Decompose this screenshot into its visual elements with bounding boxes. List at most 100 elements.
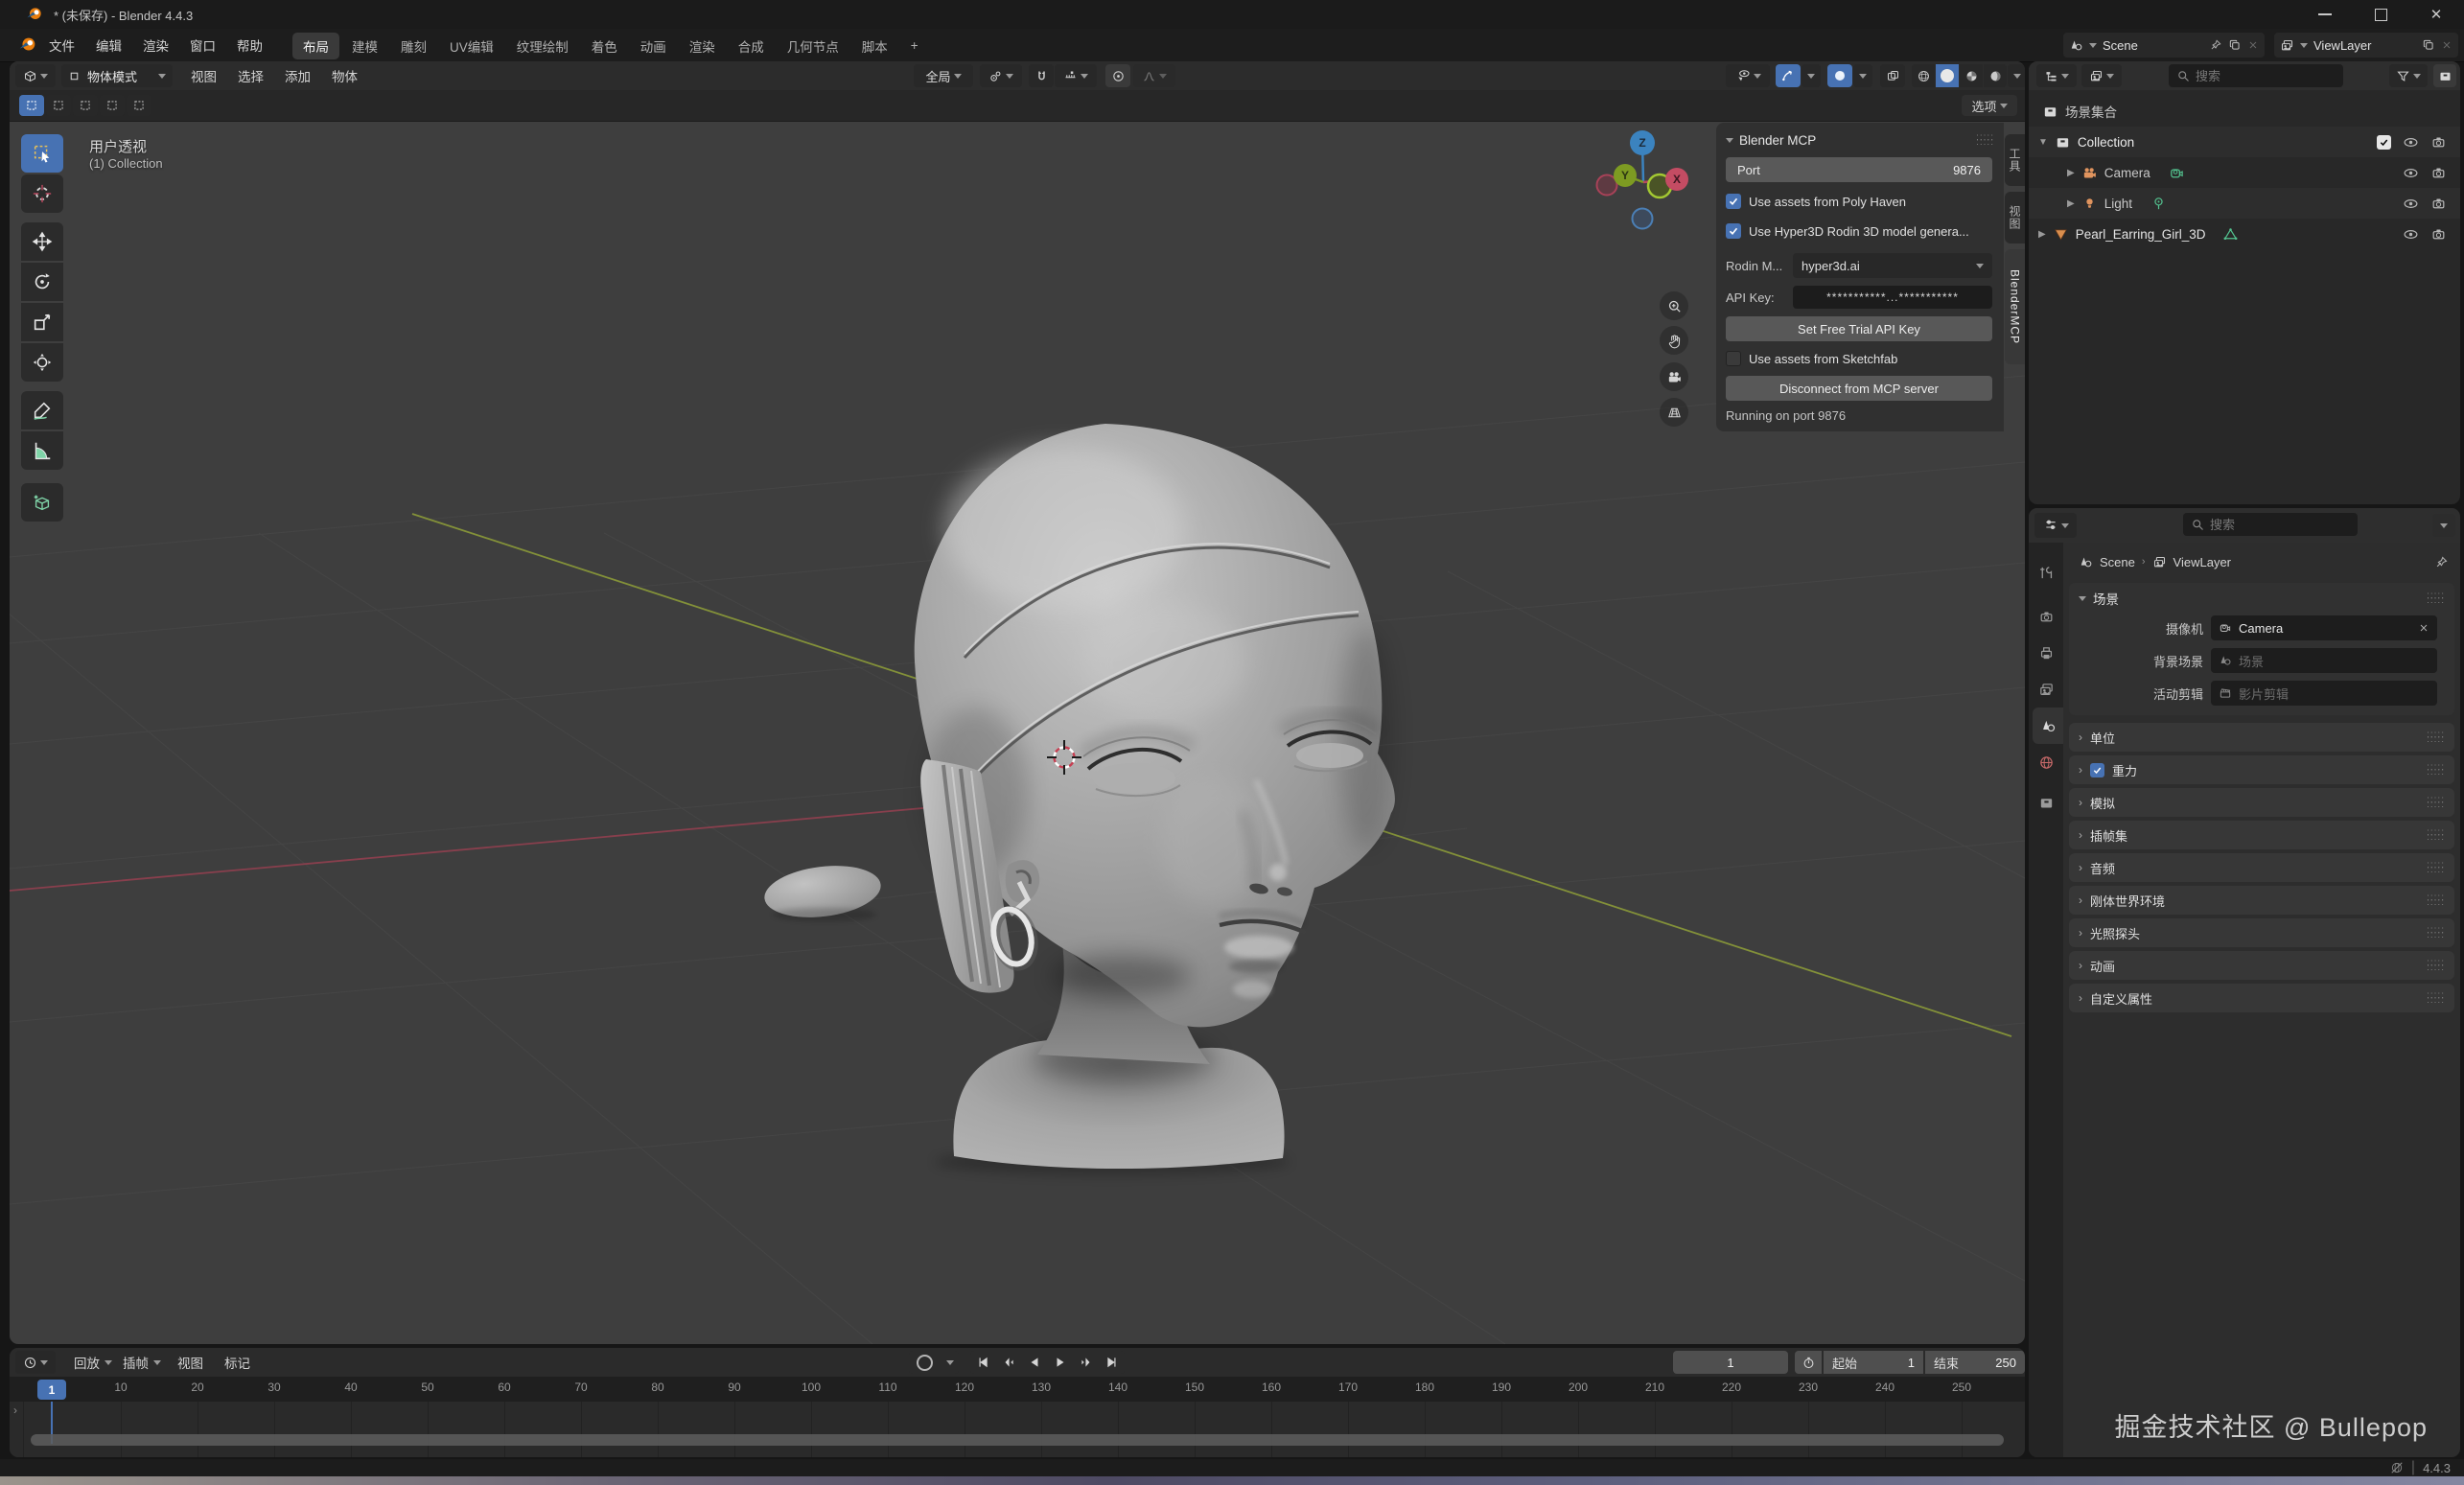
api-key-field[interactable]: ***********...*********** <box>1793 286 1992 309</box>
tool-measure[interactable] <box>21 431 63 470</box>
collection-hide-eye-icon[interactable] <box>2403 134 2419 151</box>
menu-render[interactable]: 渲染 <box>132 35 179 55</box>
scene-selector[interactable]: Scene <box>2063 33 2265 58</box>
snap-toggle[interactable] <box>1029 64 1054 87</box>
mesh-hide-eye-icon[interactable] <box>2403 226 2419 243</box>
section-gravity[interactable]: ›重力:::::::::: <box>2069 755 2454 784</box>
new-viewlayer-icon[interactable] <box>2422 38 2435 52</box>
sidebar-tab-blendermcp[interactable]: BlenderMCP <box>2005 249 2025 364</box>
menu-help[interactable]: 帮助 <box>226 35 273 55</box>
proportional-falloff-dropdown[interactable] <box>1133 64 1175 87</box>
properties-options-dropdown[interactable] <box>2432 514 2455 537</box>
minimize-button[interactable] <box>2297 0 2353 29</box>
options-dropdown[interactable]: 选项 <box>1962 95 2017 116</box>
close-button[interactable]: ✕ <box>2408 0 2464 29</box>
timeline-editor-type[interactable] <box>15 1351 56 1374</box>
autokey-button[interactable] <box>909 1351 940 1374</box>
shading-wireframe-button[interactable] <box>1912 64 1935 87</box>
current-frame-field[interactable]: 1 <box>1673 1351 1788 1374</box>
viewport-menu-select[interactable]: 选择 <box>227 66 274 85</box>
breadcrumb-scene[interactable]: Scene <box>2100 555 2135 569</box>
nav-gizmo[interactable]: Z Y X <box>1597 130 1689 229</box>
workspace-tab-shading[interactable]: 着色 <box>581 33 628 59</box>
viewport-menu-view[interactable]: 视图 <box>180 66 227 85</box>
timeline-content[interactable]: › <box>10 1402 2025 1457</box>
camera-render-icon[interactable] <box>2430 165 2447 181</box>
polyhaven-checkbox[interactable] <box>1726 194 1741 209</box>
jump-end-button[interactable] <box>1100 1351 1125 1374</box>
light-expand-icon[interactable]: ▶ <box>2067 198 2075 209</box>
prop-tab-tool[interactable] <box>2029 554 2063 591</box>
new-scene-icon[interactable] <box>2228 38 2242 52</box>
frame-end-field[interactable]: 结束 250 <box>1925 1351 2025 1374</box>
viewport-pan-button[interactable] <box>1660 326 1688 355</box>
light-hide-eye-icon[interactable] <box>2403 196 2419 212</box>
next-keyframe-button[interactable] <box>1074 1351 1099 1374</box>
camera-field-clear-icon[interactable] <box>2418 622 2429 634</box>
section-simulation[interactable]: ›模拟:::::::::: <box>2069 788 2454 817</box>
xray-toggle[interactable] <box>1880 64 1905 87</box>
properties-search-input[interactable] <box>2183 513 2358 536</box>
mesh-render-icon[interactable] <box>2430 226 2447 243</box>
panel-grip[interactable]: :::::::::: <box>1976 135 1994 145</box>
bg-scene-field[interactable]: 场景 <box>2211 648 2437 673</box>
sidebar-tab-view[interactable]: 视图 <box>2005 192 2025 244</box>
workspace-tab-texpaint[interactable]: 纹理绘制 <box>506 33 579 59</box>
shading-rendered-button[interactable] <box>1984 64 2007 87</box>
set-trial-key-button[interactable]: Set Free Trial API Key <box>1726 316 1992 341</box>
gizmos-dropdown[interactable] <box>1802 64 1821 87</box>
unlink-scene-icon[interactable] <box>2247 39 2259 51</box>
panel-collapse-icon[interactable] <box>1726 138 1733 143</box>
tool-scale[interactable] <box>21 303 63 341</box>
viewport-ortho-button[interactable] <box>1660 398 1688 427</box>
outliner-row-camera[interactable]: ▶ Camera <box>2029 157 2460 188</box>
timeline-ruler[interactable]: 1 10203040506070809010011012013014015016… <box>10 1377 2025 1402</box>
section-audio[interactable]: ›音频:::::::::: <box>2069 853 2454 882</box>
workspace-tab-compositing[interactable]: 合成 <box>728 33 775 59</box>
pivot-point-dropdown[interactable] <box>980 64 1022 87</box>
maximize-button[interactable] <box>2353 0 2408 29</box>
frame-range-stopwatch[interactable] <box>1795 1351 1822 1374</box>
properties-editor-type[interactable] <box>2034 513 2077 538</box>
section-rigidbody[interactable]: ›刚体世界环境:::::::::: <box>2069 886 2454 915</box>
light-render-icon[interactable] <box>2430 196 2447 212</box>
play-button[interactable] <box>1048 1351 1073 1374</box>
play-reverse-button[interactable] <box>1022 1351 1047 1374</box>
viewlayer-selector[interactable]: ViewLayer <box>2274 33 2458 58</box>
transform-orientation-dropdown[interactable]: 全局 <box>914 64 973 87</box>
prop-tab-output[interactable] <box>2029 635 2063 671</box>
snap-settings-dropdown[interactable] <box>1055 64 1097 87</box>
outliner-display-mode[interactable] <box>2036 64 2077 87</box>
collection-checkbox[interactable] <box>2377 135 2391 150</box>
hyper3d-checkbox[interactable] <box>1726 223 1741 239</box>
workspace-tab-modeling[interactable]: 建模 <box>341 33 388 59</box>
viewport-camera-button[interactable] <box>1660 362 1688 391</box>
shading-material-button[interactable] <box>1960 64 1983 87</box>
gizmo-axis-neg-z[interactable] <box>1633 209 1653 229</box>
section-customprops[interactable]: ›自定义属性:::::::::: <box>2069 984 2454 1012</box>
gizmos-toggle[interactable] <box>1776 64 1801 87</box>
prop-tab-collection[interactable] <box>2029 784 2063 821</box>
breadcrumb-layer[interactable]: ViewLayer <box>2173 555 2231 569</box>
outliner-row-light[interactable]: ▶ Light <box>2029 188 2460 219</box>
gravity-checkbox[interactable] <box>2090 763 2104 777</box>
timeline-menu-keying[interactable]: 插帧 <box>112 1353 159 1372</box>
disconnect-button[interactable]: Disconnect from MCP server <box>1726 376 1992 401</box>
outliner-search-input[interactable] <box>2169 64 2343 87</box>
workspace-tab-layout[interactable]: 布局 <box>292 33 339 59</box>
section-animation[interactable]: ›动画:::::::::: <box>2069 951 2454 980</box>
timeline-expand-chevron[interactable]: › <box>13 1404 17 1417</box>
mode-dropdown[interactable]: 物体模式 <box>61 64 173 87</box>
timeline-scrollbar[interactable] <box>31 1434 2004 1446</box>
timeline-menu-playback[interactable]: 回放 <box>63 1353 110 1372</box>
select-mode-extend-button[interactable] <box>46 95 71 116</box>
viewport-zoom-button[interactable] <box>1660 291 1688 320</box>
workspace-tab-sculpt[interactable]: 雕刻 <box>390 33 437 59</box>
workspace-tab-uv[interactable]: UV编辑 <box>439 33 504 59</box>
menu-file[interactable]: 文件 <box>38 35 85 55</box>
workspace-tab-scripting[interactable]: 脚本 <box>851 33 898 59</box>
workspace-tab-animation[interactable]: 动画 <box>630 33 677 59</box>
active-clip-field[interactable]: 影片剪辑 <box>2211 681 2437 706</box>
viewport-menu-add[interactable]: 添加 <box>274 66 321 85</box>
select-mode-new-button[interactable] <box>19 95 44 116</box>
